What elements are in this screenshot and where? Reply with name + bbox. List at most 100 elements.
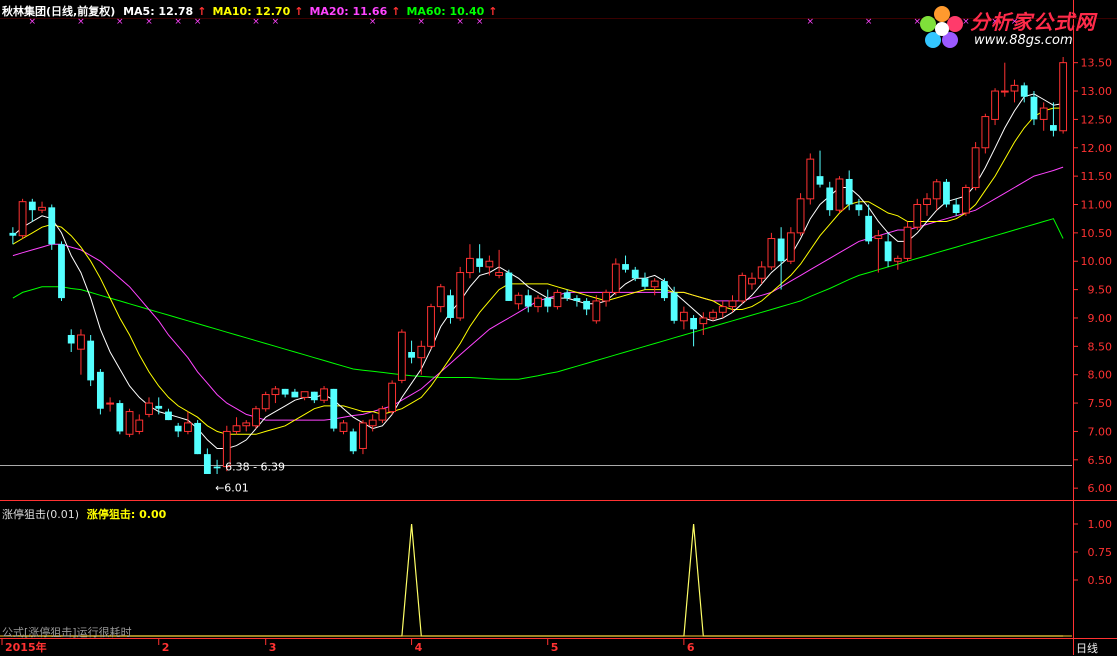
ma-legend-item: MA20: 11.66 — [309, 5, 388, 18]
candle-body — [563, 292, 571, 299]
date-tick-label: 4 — [415, 641, 423, 654]
candle — [903, 221, 912, 262]
candle — [116, 400, 124, 435]
date-tick-label: 2 — [162, 641, 170, 654]
stock-chart[interactable]: 13.50 13.00 12.50 12.00 11.50 11.00 10.50 10.00… — [0, 0, 1117, 655]
candle-body — [1050, 125, 1057, 131]
date-axis: 2015年 2 3 4 5 6 — [1, 638, 695, 654]
candle — [592, 295, 601, 324]
candle-body — [1030, 96, 1038, 120]
candle-body — [874, 235, 883, 240]
candle — [981, 113, 990, 154]
candle-body — [368, 419, 377, 427]
candle-body — [670, 292, 678, 321]
candle — [835, 176, 844, 214]
candle — [436, 283, 445, 313]
candle-body — [505, 272, 513, 301]
indicator-value: 涨停狙击: 0.00 — [86, 508, 167, 521]
candle-body — [436, 286, 445, 308]
candle — [194, 420, 202, 455]
candle-body — [145, 402, 153, 415]
candle — [602, 289, 610, 307]
candle-body — [18, 201, 27, 237]
candle-body — [534, 297, 542, 308]
candle-body — [320, 388, 328, 401]
price-tick-label: 12.50 — [1081, 113, 1113, 126]
candle — [184, 411, 192, 435]
candle-body — [573, 298, 581, 301]
candle-body — [106, 402, 115, 405]
up-arrow-icon: ↑ — [488, 5, 498, 18]
candle-body — [232, 425, 241, 432]
candle — [145, 397, 153, 418]
candle — [485, 255, 494, 276]
candle-body — [135, 419, 144, 432]
formula-status: 公式[涨停狙击]运行很耗时 — [2, 626, 132, 639]
candle-body — [1010, 84, 1019, 92]
candle — [583, 298, 591, 316]
candle-body — [611, 263, 620, 293]
candle-body — [952, 204, 960, 214]
candle — [232, 417, 241, 435]
flower-logo-icon — [920, 6, 963, 48]
candle — [466, 244, 474, 279]
candle-body — [408, 352, 415, 358]
indicator-tick-label: 0.75 — [1088, 546, 1113, 559]
candle — [991, 88, 999, 126]
price-axis: 13.50 13.00 12.50 12.00 11.50 11.00 10.50 10.00… — [1073, 57, 1112, 495]
candle — [96, 369, 104, 415]
candle-body — [466, 257, 474, 274]
period-label[interactable]: 日线 — [1076, 640, 1098, 656]
logo-title: 分析家公式网 — [970, 10, 1096, 34]
candle-body — [300, 391, 309, 398]
candle-body — [524, 295, 532, 307]
date-tick-label: 6 — [687, 641, 695, 654]
candle-body — [544, 298, 552, 307]
candle — [748, 272, 756, 290]
indicator-line — [12, 523, 1064, 637]
candle — [339, 420, 348, 435]
candlesticks[interactable] — [9, 57, 1068, 474]
candle — [349, 428, 357, 455]
candle-body — [291, 391, 299, 398]
candle — [544, 289, 552, 313]
candle-body — [855, 204, 863, 211]
candle — [874, 230, 883, 273]
candle-body — [48, 207, 56, 245]
candle — [87, 334, 95, 387]
candle-body — [427, 306, 435, 347]
candle — [534, 295, 542, 313]
up-arrow-icon: ↑ — [391, 5, 401, 18]
candle-body — [622, 264, 629, 270]
candle — [9, 227, 17, 245]
candle — [952, 198, 960, 216]
candle-body — [961, 186, 970, 214]
moving-average-lines — [12, 93, 1064, 449]
candle-body — [767, 238, 776, 268]
candle — [417, 340, 426, 375]
candle-body — [777, 238, 785, 262]
candle — [786, 227, 795, 265]
candle — [845, 170, 853, 211]
candle-body — [796, 198, 805, 234]
candle — [1000, 62, 1009, 97]
candle — [300, 391, 309, 401]
candle — [806, 153, 815, 205]
candle-body — [757, 266, 766, 279]
candle-body — [349, 431, 357, 452]
candle-body — [884, 241, 892, 262]
candle-body — [38, 206, 46, 211]
candle — [1050, 102, 1057, 137]
ma-legend: MA5: 12.78 ↑ MA10: 12.70 ↑ MA20: 11.66 ↑ MA60:… — [123, 5, 503, 18]
candle — [77, 329, 85, 375]
candle-body — [310, 391, 318, 401]
candle — [67, 329, 75, 353]
candle-body — [194, 422, 202, 455]
candle-body — [903, 226, 912, 259]
candle-body — [806, 158, 815, 200]
candle-body — [786, 232, 795, 262]
candle-body — [893, 257, 902, 262]
candle-body — [631, 269, 639, 279]
price-tick-label: 12.00 — [1081, 142, 1113, 155]
candle — [524, 289, 532, 313]
